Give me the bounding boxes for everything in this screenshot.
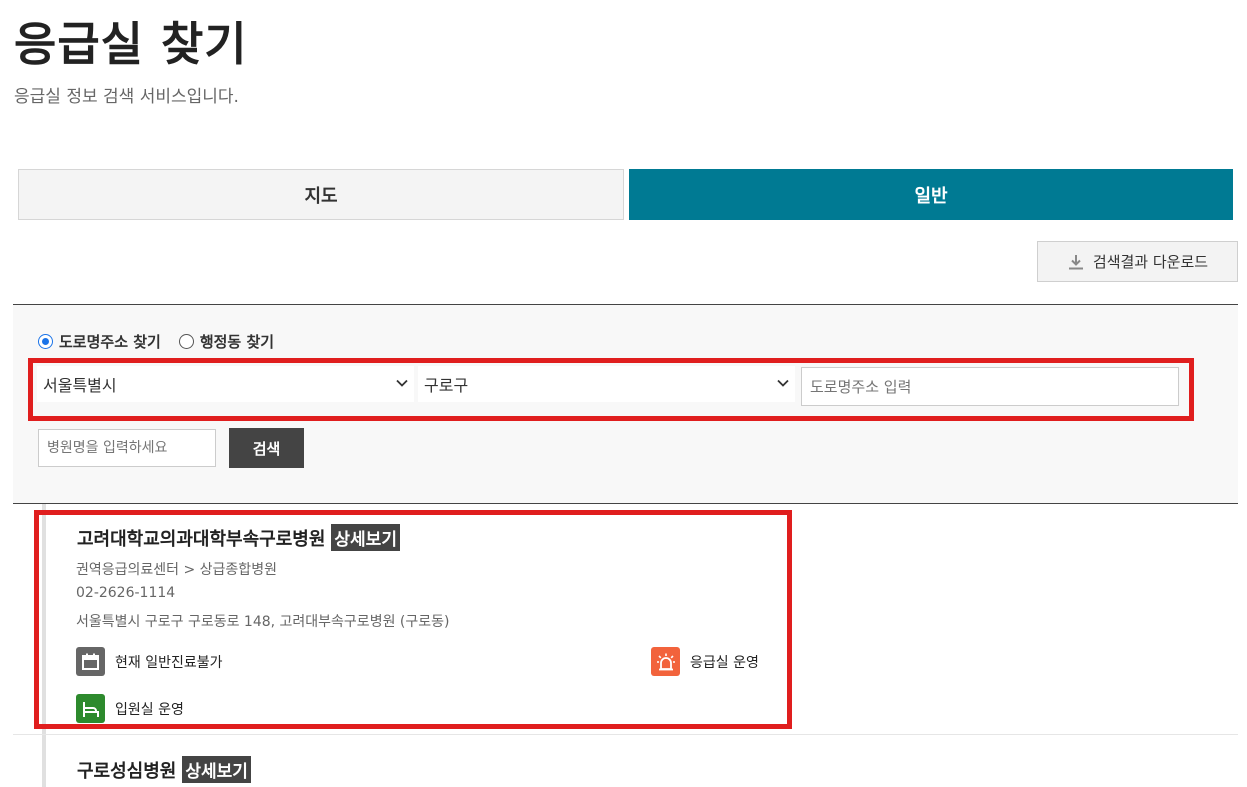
radio-road-address[interactable]: 도로명주소 찾기 — [38, 331, 161, 352]
tab-map[interactable]: 지도 — [18, 169, 624, 220]
chevron-down-icon — [396, 379, 408, 387]
detail-view-button[interactable]: 상세보기 — [331, 524, 400, 551]
download-icon — [1068, 254, 1083, 269]
status-inpatient-ward: 입원실 운영 — [76, 694, 184, 723]
hospital-name-input[interactable] — [38, 429, 216, 467]
calendar-icon — [76, 647, 105, 676]
hospital-category: 권역응급의료센터 > 상급종합병원 — [76, 562, 277, 578]
district-select-value: 구로구 — [424, 376, 469, 395]
tab-general[interactable]: 일반 — [629, 169, 1233, 220]
status-general-care: 현재 일반진료불가 — [76, 647, 223, 676]
radio-dong-label: 행정동 찾기 — [199, 333, 275, 351]
search-type-radios: 도로명주소 찾기 행정동 찾기 — [38, 331, 282, 352]
hospital-name[interactable]: 구로성심병원 — [77, 757, 176, 783]
page-subtitle: 응급실 정보 검색 서비스입니다. — [14, 87, 239, 107]
city-select-value: 서울특별시 — [43, 376, 117, 395]
radio-admin-dong[interactable]: 행정동 찾기 — [178, 331, 275, 352]
result-2-title: 구로성심병원 상세보기 — [77, 756, 251, 783]
result-1-title: 고려대학교의과대학부속구로병원 상세보기 — [77, 524, 400, 551]
status-emergency-room: 응급실 운영 — [651, 647, 759, 676]
hospital-name[interactable]: 고려대학교의과대학부속구로병원 — [77, 525, 325, 551]
bed-icon — [76, 694, 105, 723]
detail-view-button[interactable]: 상세보기 — [182, 756, 251, 783]
chevron-down-icon — [777, 379, 789, 387]
district-select[interactable]: 구로구 — [418, 366, 795, 402]
radio-road-label: 도로명주소 찾기 — [59, 333, 161, 351]
hospital-phone: 02-2626-1114 — [76, 585, 176, 601]
view-tabs: 지도 일반 — [18, 169, 1233, 220]
result-divider — [13, 734, 1238, 735]
road-address-input[interactable] — [801, 367, 1179, 406]
hospital-address: 서울특별시 구로구 구로동로 148, 고려대부속구로병원 (구로동) — [76, 614, 450, 630]
radio-unchecked-icon[interactable] — [178, 334, 194, 349]
page-title: 응급실 찾기 — [14, 17, 248, 71]
status-general-label: 현재 일반진료불가 — [115, 654, 223, 671]
download-label: 검색결과 다운로드 — [1092, 253, 1209, 271]
download-results-button[interactable]: 검색결과 다운로드 — [1037, 241, 1238, 282]
radio-checked-icon[interactable] — [38, 334, 53, 349]
search-button[interactable]: 검색 — [229, 428, 304, 468]
status-ward-label: 입원실 운영 — [115, 701, 184, 718]
city-select[interactable]: 서울특별시 — [37, 366, 414, 402]
status-er-label: 응급실 운영 — [690, 654, 759, 671]
siren-icon — [651, 647, 680, 676]
